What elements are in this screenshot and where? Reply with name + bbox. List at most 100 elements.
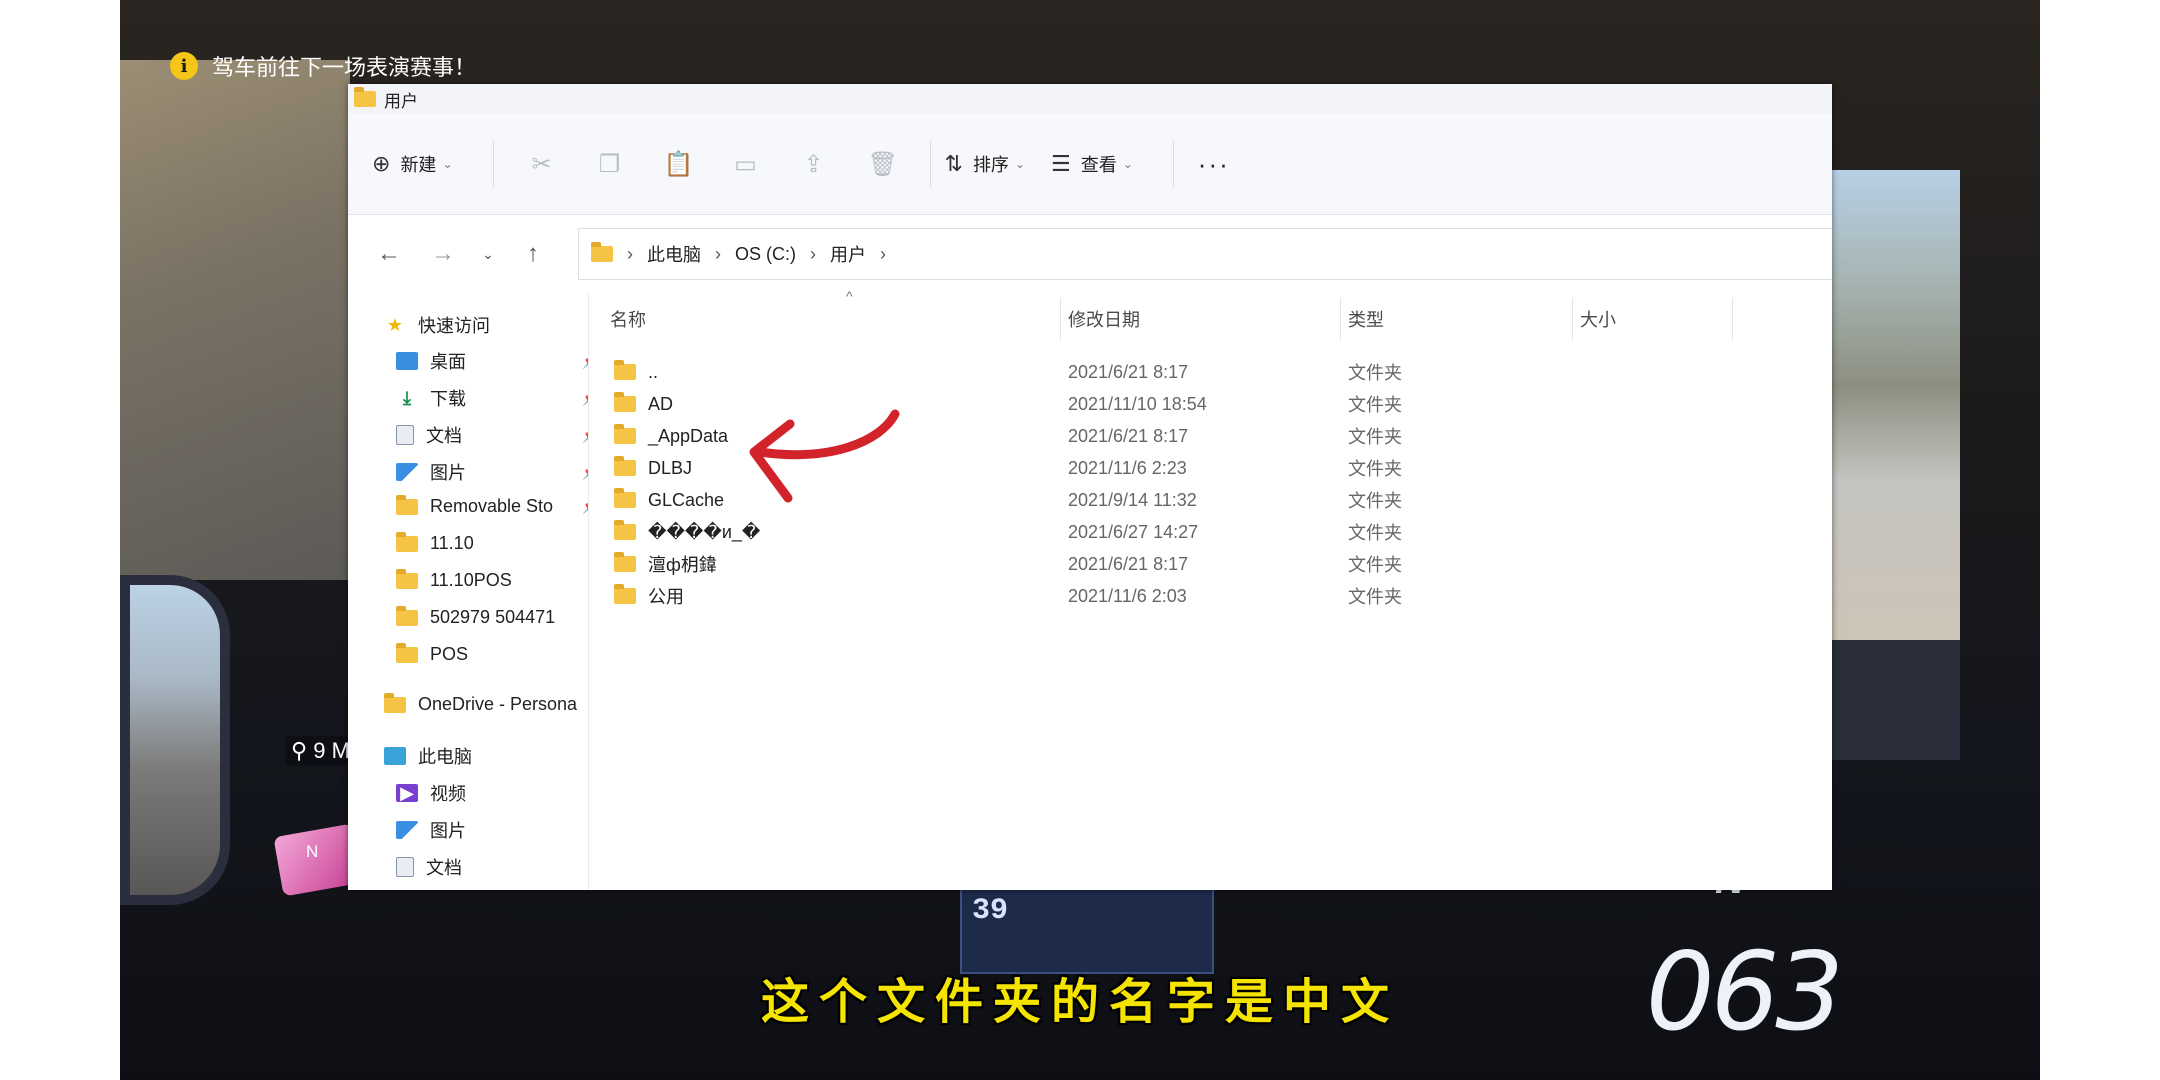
nav-item-folder[interactable]: 502979 504471 bbox=[396, 605, 555, 628]
share-icon[interactable]: ⇪ bbox=[800, 150, 828, 179]
nav-label: 11.10 bbox=[430, 533, 474, 553]
nav-label: POS bbox=[430, 644, 469, 664]
file-name-text: AD bbox=[648, 393, 674, 414]
file-type: 文件夹 bbox=[1348, 395, 1402, 415]
new-label: 新建 bbox=[400, 155, 437, 175]
folder-icon bbox=[614, 584, 636, 604]
file-name-text: DLBJ bbox=[648, 457, 693, 478]
view-list-icon: ☰ bbox=[1051, 151, 1071, 176]
red-arrow-annotation bbox=[749, 409, 900, 503]
file-type: 文件夹 bbox=[1348, 523, 1402, 543]
breadcrumb-chevron-icon: › bbox=[880, 243, 886, 264]
file-name: GLCache bbox=[614, 488, 725, 511]
delete-icon[interactable]: 🗑 bbox=[868, 150, 898, 179]
file-type: 文件夹 bbox=[1348, 555, 1402, 575]
nav-item-desktop[interactable]: 桌面 📌 bbox=[396, 348, 588, 374]
file-name-text: .. bbox=[648, 361, 659, 382]
breadcrumb-users[interactable]: 用户 bbox=[830, 241, 866, 267]
nav-item-pictures[interactable]: 图片 📌 bbox=[396, 459, 588, 485]
nav-item-downloads[interactable]: ⤓ 下载 📌 bbox=[396, 385, 588, 411]
file-date: 2021/6/21 8:17 bbox=[1068, 361, 1189, 382]
nav-item-removable-storage[interactable]: Removable Sto 📌 bbox=[396, 494, 588, 517]
recent-locations-chevron-icon[interactable]: ⌄ bbox=[470, 246, 506, 263]
cut-icon[interactable]: ✂ bbox=[528, 150, 556, 179]
side-mirror bbox=[120, 575, 230, 905]
breadcrumb-chevron-icon: › bbox=[627, 243, 633, 264]
nav-item-folder[interactable]: 11.10POS bbox=[396, 568, 512, 591]
nav-item-videos[interactable]: ▶ 视频 bbox=[396, 780, 466, 806]
breadcrumb-this-pc[interactable]: 此电脑 bbox=[647, 241, 701, 267]
address-bar[interactable]: › 此电脑 › OS (C:) › 用户 › bbox=[578, 228, 1832, 280]
folder-icon bbox=[396, 642, 418, 664]
title-bar: 用户 bbox=[348, 84, 1832, 114]
pin-icon: ⚲ bbox=[291, 738, 308, 763]
sort-ascending-icon: ^ bbox=[846, 288, 853, 304]
file-name: DLBJ bbox=[614, 456, 693, 479]
file-date: 2021/6/21 8:17 bbox=[1068, 425, 1189, 446]
nav-item-folder[interactable]: 11.10 bbox=[396, 531, 474, 554]
column-header-size[interactable]: 大小 bbox=[1580, 294, 1616, 344]
file-explorer-window: 用户 ⊕ 新建 ⌄ ✂ ❐ 📋 ▭ ⇪ 🗑 ⇅ 排序 ⌄ ☰ 查看 ⌄ ··· … bbox=[348, 84, 1832, 890]
column-divider bbox=[1732, 298, 1733, 340]
nav-item-onedrive[interactable]: OneDrive - Persona bbox=[384, 692, 578, 715]
folder-icon bbox=[614, 456, 636, 476]
file-name: _AppData bbox=[614, 424, 728, 447]
folder-icon bbox=[396, 568, 418, 590]
nav-item-documents[interactable]: 文档 📌 bbox=[396, 422, 588, 448]
back-arrow-icon[interactable]: ← bbox=[362, 240, 416, 268]
dashboard-display: 39 bbox=[960, 880, 1214, 974]
window-title: 用户 bbox=[384, 91, 418, 111]
breadcrumb-chevron-icon: › bbox=[715, 243, 721, 264]
column-divider bbox=[1340, 298, 1341, 340]
download-icon: ⤓ bbox=[403, 387, 411, 408]
folder-icon bbox=[396, 531, 418, 553]
more-options-button[interactable]: ··· bbox=[1198, 149, 1230, 180]
game-notice: i 驾车前往下一场表演赛事！ bbox=[170, 50, 476, 82]
file-row[interactable]: 澶ф枂鍏 2021/6/21 8:17 文件夹 bbox=[588, 548, 1832, 580]
forward-arrow-icon[interactable]: → bbox=[416, 240, 470, 268]
nav-label: 图片 bbox=[430, 821, 466, 841]
nav-item-folder[interactable]: POS bbox=[396, 642, 469, 665]
column-header-date[interactable]: 修改日期 bbox=[1068, 294, 1140, 344]
file-name-text: GLCache bbox=[648, 489, 725, 510]
navigation-pane: ★ 快速访问 桌面 📌 ⤓ 下载 📌 文档 📌 图片 📌 bbox=[348, 294, 589, 890]
new-button[interactable]: ⊕ 新建 ⌄ bbox=[372, 151, 453, 177]
up-arrow-icon[interactable]: ↑ bbox=[506, 240, 560, 268]
document-icon bbox=[396, 425, 414, 445]
column-divider bbox=[1060, 298, 1061, 340]
computer-icon bbox=[384, 747, 406, 765]
pictures-icon bbox=[396, 463, 418, 481]
nav-label: 下载 bbox=[430, 389, 466, 409]
sort-button[interactable]: ⇅ 排序 ⌄ bbox=[945, 151, 1026, 177]
paste-icon[interactable]: 📋 bbox=[664, 150, 694, 179]
nav-item-this-pc[interactable]: 此电脑 bbox=[384, 743, 472, 769]
file-row[interactable]: .. 2021/6/21 8:17 文件夹 bbox=[588, 356, 1832, 388]
copy-icon[interactable]: ❐ bbox=[596, 150, 624, 179]
view-button[interactable]: ☰ 查看 ⌄ bbox=[1051, 151, 1133, 177]
file-row[interactable]: 公用 2021/11/6 2:03 文件夹 bbox=[588, 580, 1832, 612]
pictures-icon bbox=[396, 821, 418, 839]
rename-icon[interactable]: ▭ bbox=[732, 150, 760, 179]
column-header-name[interactable]: 名称 bbox=[610, 294, 646, 344]
dashboard-value: 39 bbox=[972, 894, 1009, 928]
toolbar-divider bbox=[929, 141, 931, 187]
file-date: 2021/9/14 11:32 bbox=[1068, 489, 1197, 510]
nav-quick-access[interactable]: ★ 快速访问 bbox=[384, 312, 490, 338]
column-header-type[interactable]: 类型 bbox=[1348, 294, 1384, 344]
sort-icon: ⇅ bbox=[944, 151, 963, 176]
file-date: 2021/11/6 2:23 bbox=[1068, 457, 1187, 478]
file-row[interactable]: ����и_� 2021/6/27 14:27 文件夹 bbox=[588, 516, 1832, 548]
nav-label: 文档 bbox=[426, 858, 462, 878]
nav-item-documents[interactable]: 文档 bbox=[396, 854, 462, 880]
nav-label: 快速访问 bbox=[418, 316, 490, 336]
nav-item-pictures[interactable]: 图片 bbox=[396, 817, 466, 843]
folder-icon bbox=[614, 392, 636, 412]
distance-marker: ⚲ 9 M bbox=[285, 736, 356, 766]
content-area: ★ 快速访问 桌面 📌 ⤓ 下载 📌 文档 📌 图片 📌 bbox=[348, 288, 1832, 890]
file-type: 文件夹 bbox=[1348, 427, 1402, 447]
nav-label: OneDrive - Persona bbox=[418, 694, 578, 714]
breadcrumb-os-c[interactable]: OS (C:) bbox=[735, 244, 796, 265]
file-name: 澶ф枂鍏 bbox=[614, 551, 717, 577]
folder-icon bbox=[591, 242, 613, 262]
file-type: 文件夹 bbox=[1348, 491, 1402, 511]
